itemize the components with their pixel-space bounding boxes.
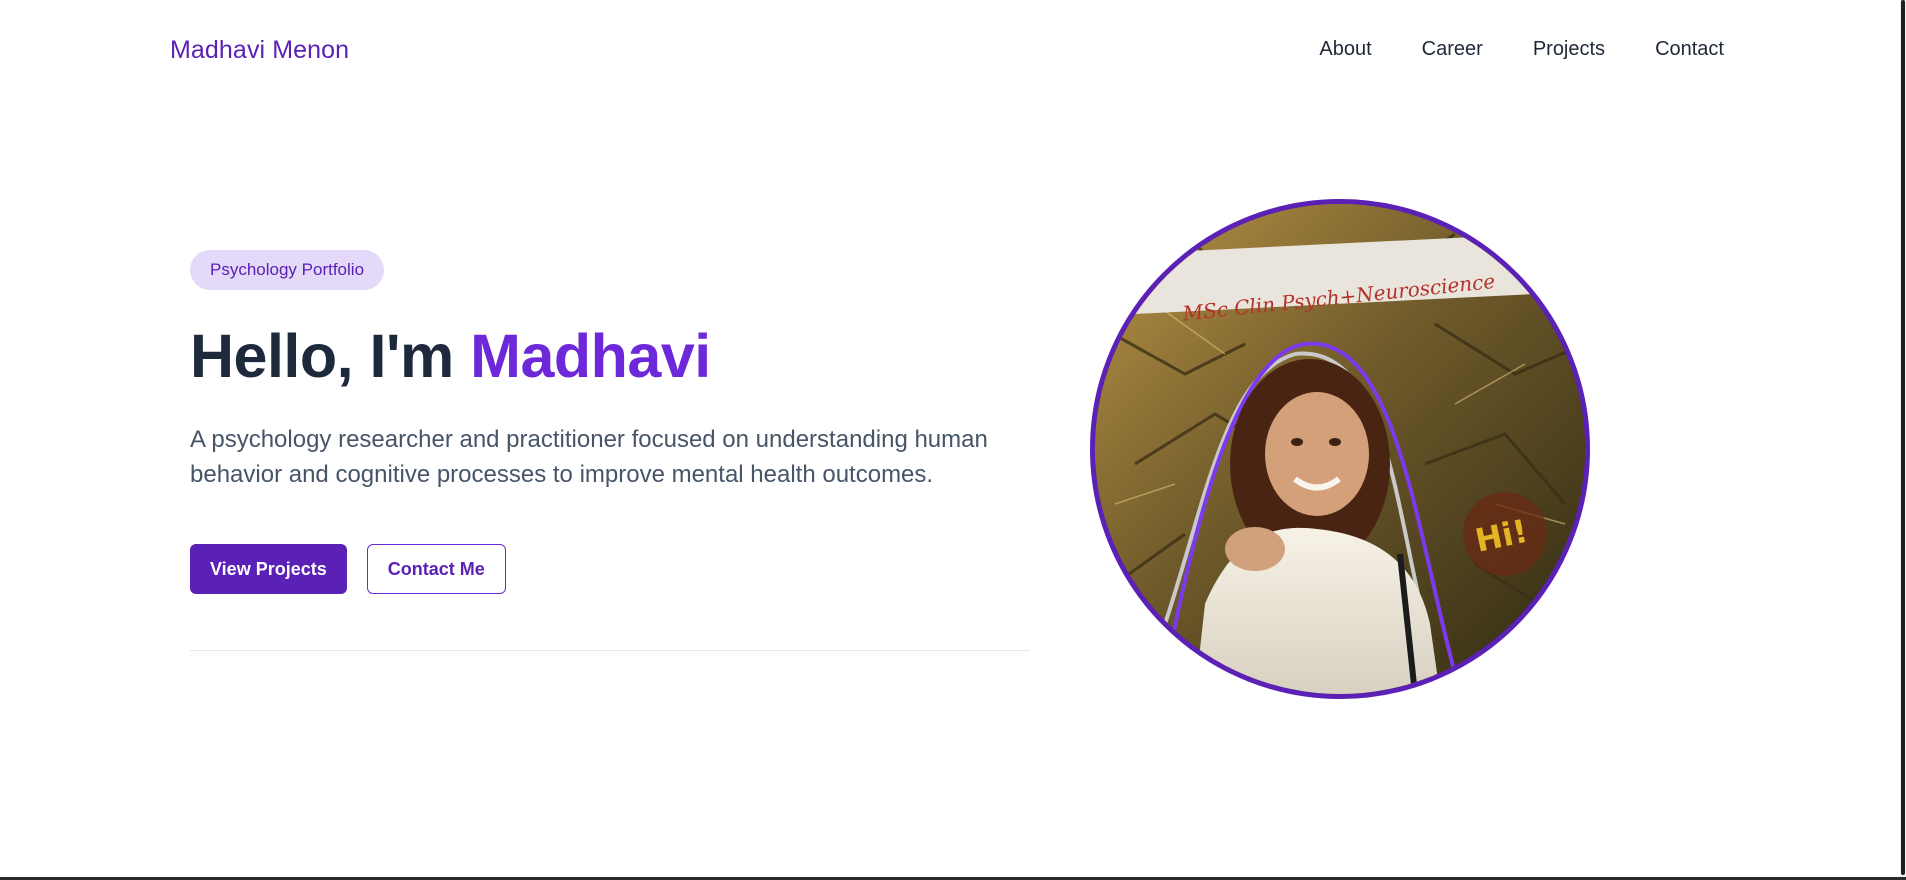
site-header: Madhavi Menon About Career Projects Cont… <box>0 0 1900 102</box>
profile-portrait: MSc Clin Psych+Neuroscience Hi! <box>1090 199 1590 699</box>
headline-name: Madhavi <box>470 322 711 390</box>
nav-link-contact[interactable]: Contact <box>1655 38 1724 61</box>
nav-link-career[interactable]: Career <box>1422 38 1483 61</box>
nav-link-about[interactable]: About <box>1319 38 1371 61</box>
hero-actions: View Projects Contact Me <box>190 544 1030 594</box>
nav-link-projects[interactable]: Projects <box>1533 38 1605 61</box>
page: Madhavi Menon About Career Projects Cont… <box>0 0 1906 880</box>
headline-greeting: Hello, I'm <box>190 322 471 390</box>
portfolio-badge: Psychology Portfolio <box>190 250 385 290</box>
hero-intro: Psychology Portfolio Hello, I'm Madhavi … <box>190 250 1030 594</box>
scrollbar-thumb[interactable] <box>1901 0 1905 875</box>
hero-divider <box>190 650 1030 651</box>
view-projects-button[interactable]: View Projects <box>190 544 347 594</box>
hero-headline: Hello, I'm Madhavi <box>190 320 1030 392</box>
page-scrollbar[interactable] <box>1900 0 1906 880</box>
hero-description: A psychology researcher and practitioner… <box>190 426 988 488</box>
portrait-illustration: MSc Clin Psych+Neuroscience Hi! <box>1095 204 1585 694</box>
contact-me-button[interactable]: Contact Me <box>366 544 506 594</box>
main-nav: About Career Projects Contact <box>1269 38 1724 61</box>
brand-logo-link[interactable]: Madhavi Menon <box>170 36 349 65</box>
